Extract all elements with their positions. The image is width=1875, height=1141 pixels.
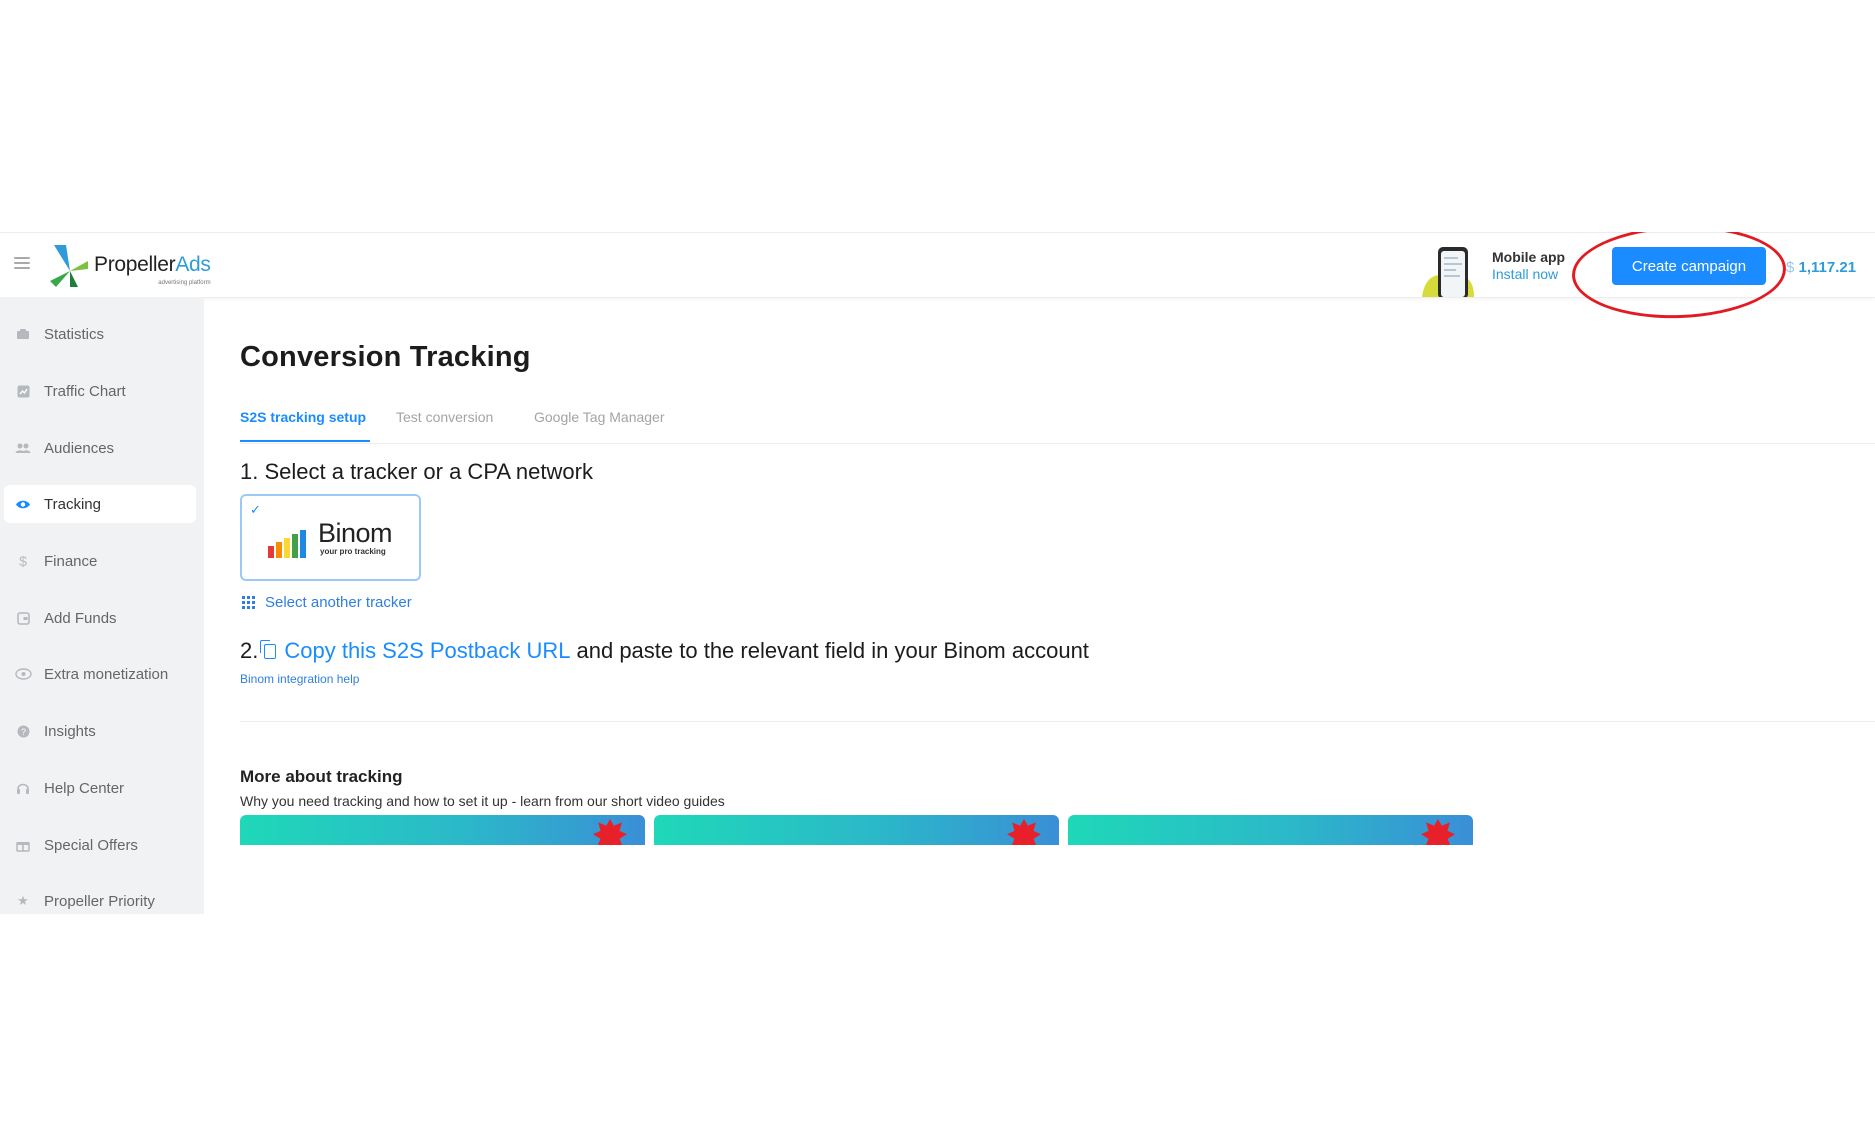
account-balance[interactable]: $ 1,117.21 — [1786, 259, 1856, 276]
check-icon: ✓ — [250, 502, 261, 517]
tab-s2s-tracking-setup[interactable]: S2S tracking setup — [240, 409, 366, 425]
new-badge-icon — [593, 819, 627, 845]
new-badge-icon — [1421, 819, 1455, 845]
copy-icon — [260, 639, 277, 659]
top-bar: PropellerAds advertising platform Mobile… — [0, 232, 1875, 322]
main-content: Conversion Tracking S2S tracking setup T… — [204, 297, 1875, 914]
tracker-tagline: your pro tracking — [320, 547, 386, 556]
sidebar-item-label: Finance — [44, 552, 98, 570]
sidebar-item-label: Special Offers — [44, 836, 138, 854]
step2-prefix: 2. — [240, 638, 259, 663]
propeller-logo-icon — [50, 245, 88, 287]
hamburger-icon[interactable] — [14, 257, 30, 269]
select-another-tracker-link[interactable]: Select another tracker — [242, 594, 412, 611]
balance-currency: $ — [1786, 259, 1795, 276]
dollar-icon: $ — [19, 553, 27, 569]
tab-test-conversion[interactable]: Test conversion — [396, 409, 493, 425]
mobile-app-title: Mobile app — [1492, 249, 1566, 265]
svg-text:?: ? — [20, 727, 25, 737]
section-divider — [240, 721, 1875, 722]
sidebar-item-label: Audiences — [44, 439, 115, 457]
copy-postback-url-link[interactable]: Copy this S2S Postback URL — [260, 638, 571, 664]
sidebar-item-add-funds[interactable]: Add Funds — [4, 599, 196, 637]
create-campaign-button[interactable]: Create campaign — [1612, 247, 1766, 285]
sidebar-item-propeller-priority[interactable]: ★ Propeller Priority — [4, 882, 196, 914]
sidebar-item-label: Extra monetization — [44, 665, 169, 683]
more-about-tracking-title: More about tracking — [240, 767, 403, 786]
grid-icon — [242, 596, 255, 609]
propellerads-logo[interactable]: PropellerAds advertising platform — [48, 243, 211, 289]
eye-icon — [14, 495, 32, 513]
sidebar-item-label: Add Funds — [44, 609, 117, 627]
sidebar-item-help-center[interactable]: Help Center — [4, 769, 196, 807]
more-about-tracking-subtitle: Why you need tracking and how to set it … — [240, 793, 725, 809]
video-guide-card[interactable] — [654, 815, 1059, 845]
sidebar-item-insights[interactable]: ? Insights — [4, 712, 196, 750]
binom-integration-help-link[interactable]: Binom integration help — [240, 672, 359, 686]
tab-google-tag-manager[interactable]: Google Tag Manager — [534, 409, 665, 425]
logo-tagline: advertising platform — [158, 280, 211, 286]
logo-text-accent: Ads — [175, 253, 211, 276]
sidebar: Statistics Traffic Chart Audiences Track… — [0, 297, 204, 914]
copy-postback-label: Copy this S2S Postback URL — [284, 638, 571, 663]
sidebar-item-label: Help Center — [44, 779, 125, 797]
step2-suffix: and paste to the relevant field in your … — [576, 638, 1089, 663]
select-another-label: Select another tracker — [265, 594, 412, 611]
sidebar-item-special-offers[interactable]: Special Offers — [4, 826, 196, 864]
star-icon: ★ — [17, 893, 29, 908]
logo-text-main: Propeller — [94, 253, 176, 276]
phone-icon — [1422, 247, 1474, 299]
sidebar-item-label: Statistics — [44, 325, 105, 343]
logo-wordmark: PropellerAds advertising platform — [94, 253, 211, 286]
sidebar-item-traffic-chart[interactable]: Traffic Chart — [4, 372, 196, 410]
sidebar-item-tracking[interactable]: Tracking — [4, 485, 196, 523]
active-tab-underline — [240, 440, 370, 442]
sidebar-item-label: Propeller Priority — [44, 892, 155, 910]
users-icon — [14, 439, 32, 457]
sidebar-item-statistics[interactable]: Statistics — [4, 315, 196, 353]
video-guide-card[interactable] — [240, 815, 645, 845]
tracker-name: Binom — [318, 518, 393, 548]
video-guide-card[interactable] — [1068, 815, 1473, 845]
install-now-link[interactable]: Install now — [1492, 266, 1565, 283]
sidebar-item-extra-monetization[interactable]: Extra monetization — [4, 655, 196, 693]
app-window: PropellerAds advertising platform Mobile… — [0, 232, 1875, 914]
page-title: Conversion Tracking — [240, 341, 531, 373]
traffic-chart-icon — [14, 382, 32, 400]
step1-heading: 1. Select a tracker or a CPA network — [240, 459, 593, 484]
chart-icon — [14, 325, 32, 343]
wallet-icon — [14, 609, 32, 627]
sidebar-item-audiences[interactable]: Audiences — [4, 429, 196, 467]
new-badge-icon — [1007, 819, 1041, 845]
sidebar-item-label: Tracking — [44, 495, 101, 513]
step2-heading: 2. Copy this S2S Postback URL and paste … — [240, 638, 1089, 664]
gift-icon — [14, 836, 32, 854]
mobile-app-promo[interactable]: Mobile app Install now — [1492, 249, 1565, 283]
sidebar-item-label: Insights — [44, 722, 96, 740]
mobile-app-phone-image[interactable] — [1418, 245, 1490, 299]
headset-icon — [14, 779, 32, 797]
tracking-tabs: S2S tracking setup Test conversion Googl… — [240, 395, 1875, 444]
tracker-card-binom[interactable]: ✓ Binom your pro tracking — [240, 494, 421, 581]
coins-icon — [14, 665, 32, 683]
binom-logo-icon — [268, 530, 306, 558]
question-icon: ? — [14, 722, 32, 740]
sidebar-item-label: Traffic Chart — [44, 382, 126, 400]
sidebar-item-finance[interactable]: $ Finance — [4, 542, 196, 580]
balance-amount: 1,117.21 — [1798, 259, 1857, 276]
